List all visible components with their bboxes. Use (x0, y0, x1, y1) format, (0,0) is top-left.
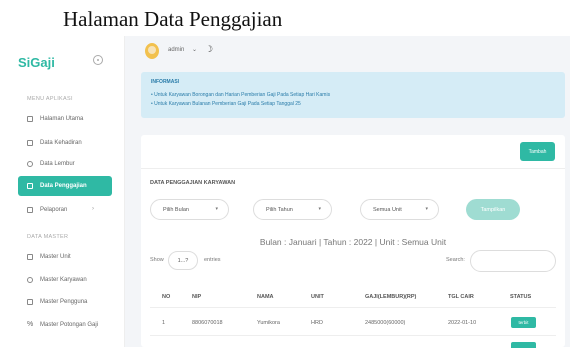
column-header-nip[interactable]: NIP (192, 294, 201, 300)
show-button[interactable]: Tampilkan (466, 199, 520, 220)
sidebar-toggle-icon[interactable] (93, 55, 103, 65)
card-title: DATA PENGGAJIAN KARYAWAN (150, 180, 236, 186)
divider (150, 335, 556, 336)
moon-icon[interactable]: ☽ (205, 44, 213, 55)
column-header-no[interactable]: NO (162, 294, 170, 300)
avatar[interactable] (145, 43, 159, 59)
search-label: Search: (446, 257, 465, 263)
column-header-status[interactable]: STATUS (510, 294, 531, 300)
sidebar-item-data-penggajian[interactable]: Data Penggajian (18, 176, 112, 196)
entries-select[interactable]: 1...? (168, 251, 198, 270)
sidebar-item-master-unit[interactable]: Master Unit (18, 247, 112, 267)
divider (141, 168, 565, 169)
status-badge[interactable]: terbit (511, 317, 536, 328)
cell-no: 1 (162, 320, 166, 326)
chevron-right-icon: › (92, 206, 94, 212)
money-icon (27, 183, 33, 189)
app-logo[interactable]: SiGaji (18, 55, 55, 70)
home-icon (27, 116, 33, 122)
cell-tgl-cair: 2022-01-10 (448, 320, 477, 326)
menu-section-main: MENU APLIKASI (27, 96, 73, 102)
report-icon (27, 207, 33, 213)
status-badge[interactable] (511, 342, 536, 348)
unit-select[interactable]: Semua Unit ▾ (360, 199, 439, 220)
user-lock-icon (27, 299, 33, 305)
divider (150, 307, 556, 308)
sidebar: SiGaji MENU APLIKASI Halaman Utama Data … (0, 36, 125, 347)
main-content: admin ⌄ ☽ INFORMASI Untuk Karyawan Boron… (125, 36, 570, 348)
payroll-card: Tambah DATA PENGGAJIAN KARYAWAN Pilih Bu… (141, 135, 565, 348)
clock-icon (27, 161, 33, 167)
sidebar-item-master-potongan-gaji[interactable]: % Master Potongan Gaji (18, 315, 112, 335)
percent-icon: % (27, 321, 34, 328)
year-select[interactable]: Pilih Tahun ▾ (253, 199, 332, 220)
month-select[interactable]: Pilih Bulan ▾ (150, 199, 229, 220)
chevron-down-icon: ▾ (318, 206, 321, 212)
add-button[interactable]: Tambah (520, 142, 555, 161)
info-alert: INFORMASI Untuk Karyawan Borongan dan Ha… (141, 72, 565, 118)
building-icon (27, 254, 33, 260)
search-input[interactable] (470, 250, 556, 272)
info-item: Untuk Karyawan Bulanan Pemberian Gaji Pa… (151, 100, 555, 109)
menu-section-master: DATA MASTER (27, 234, 69, 240)
sidebar-item-data-kehadiran[interactable]: Data Kehadiran (18, 133, 112, 153)
period-summary: Bulan : Januari | Tahun : 2022 | Unit : … (259, 237, 447, 247)
sidebar-item-halaman-utama[interactable]: Halaman Utama (18, 109, 112, 129)
cell-nama: Yumikora (257, 320, 280, 326)
column-header-unit[interactable]: UNIT (311, 294, 324, 300)
sidebar-item-master-karyawan[interactable]: Master Karyawan (18, 270, 112, 290)
sidebar-item-pelaporan[interactable]: Pelaporan › (18, 200, 112, 220)
page-caption: Halaman Data Penggajian (0, 0, 570, 36)
user-name[interactable]: admin (168, 47, 184, 53)
cell-nip: 8806070018 (192, 320, 223, 326)
entries-label: entries (204, 257, 221, 263)
cell-unit: HRD (311, 320, 323, 326)
cell-gaji: 2485000(60000) (365, 320, 406, 326)
sidebar-item-master-pengguna[interactable]: Master Pengguna (18, 292, 112, 312)
show-label: Show (150, 257, 164, 263)
calendar-icon (27, 140, 33, 146)
chevron-down-icon: ▾ (425, 206, 428, 212)
column-header-tgl-cair[interactable]: TGL CAIR (448, 294, 474, 300)
sidebar-item-data-lembur[interactable]: Data Lembur (18, 154, 112, 174)
chevron-down-icon: ▾ (215, 206, 218, 212)
users-icon (27, 277, 33, 283)
topbar: admin ⌄ ☽ (125, 36, 570, 66)
column-header-nama[interactable]: NAMA (257, 294, 274, 300)
info-list: Untuk Karyawan Borongan dan Harian Pembe… (151, 91, 555, 109)
info-item: Untuk Karyawan Borongan dan Harian Pembe… (151, 91, 555, 100)
chevron-down-icon[interactable]: ⌄ (192, 46, 197, 53)
info-title: INFORMASI (151, 79, 180, 85)
column-header-gaji[interactable]: GAJI(LEMBUR)(RP) (365, 294, 416, 300)
